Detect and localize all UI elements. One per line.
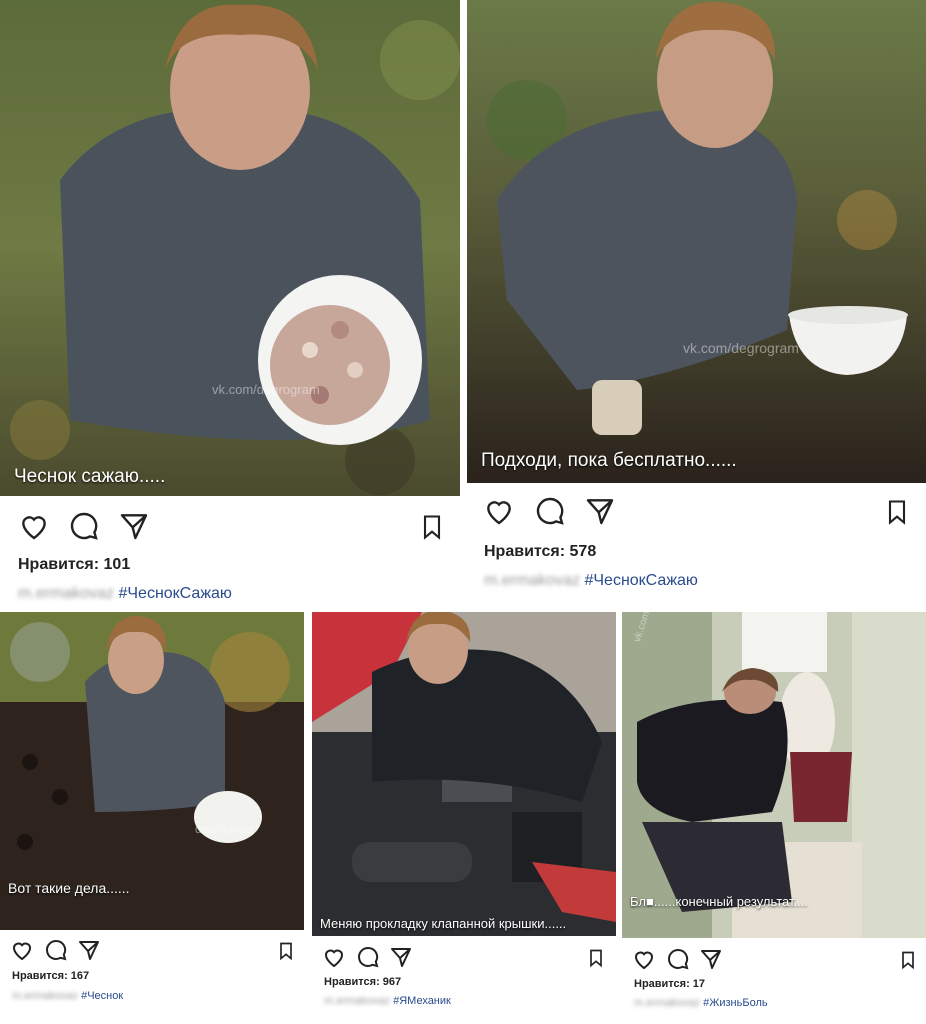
action-bar: [467, 495, 926, 531]
caption-line: m.ermakovaz #Чеснок: [12, 990, 123, 1002]
watermark: vk.com/degrogram: [683, 340, 799, 356]
heart-icon[interactable]: [632, 947, 656, 971]
hashtag[interactable]: #Чеснок: [81, 990, 123, 1002]
username[interactable]: m.ermakovaz: [18, 585, 114, 602]
photo-caption: Подходи, пока бесплатно......: [481, 450, 737, 471]
post-3: degrogram Вот такие дела...... Нравится:…: [0, 612, 304, 1012]
username[interactable]: m.ermakovaz: [12, 990, 78, 1002]
post-photo[interactable]: vk.com/degrogram Подходи, пока бесплатно…: [467, 0, 926, 483]
post-1: vk.com/degrogram Чеснок сажаю..... Нрави…: [0, 0, 460, 608]
caption-line: m.ermakovaz #ЧеснокСажаю: [18, 585, 232, 603]
hashtag[interactable]: #ЧеснокСажаю: [584, 572, 697, 589]
action-bar: [312, 945, 616, 971]
caption-line: m.ermakovaz #ЯМеханик: [324, 995, 451, 1007]
username[interactable]: m.ermakovaz: [484, 572, 580, 589]
action-bar: [0, 938, 304, 964]
comment-icon[interactable]: [356, 945, 380, 969]
watermark: degrogram: [195, 822, 254, 836]
share-icon[interactable]: [389, 945, 413, 969]
action-bar: [622, 947, 926, 973]
photo-caption: Бл■......конечный результат....: [630, 894, 808, 909]
comment-icon[interactable]: [44, 938, 68, 962]
heart-icon[interactable]: [322, 945, 346, 969]
photo-caption: Чеснок сажаю.....: [14, 466, 166, 487]
photo-garden-scene: [467, 0, 926, 483]
hashtag[interactable]: #ЧеснокСажаю: [118, 585, 231, 602]
photo-caption: Вот такие дела......: [8, 880, 130, 896]
post-photo[interactable]: vk.com/degrogram Чеснок сажаю.....: [0, 0, 460, 496]
watermark: vk.com/degrogram: [212, 382, 320, 397]
bookmark-icon[interactable]: [883, 497, 911, 527]
share-icon[interactable]: [699, 947, 723, 971]
post-photo[interactable]: degrogram Вот такие дела......: [0, 612, 304, 930]
comment-icon[interactable]: [534, 495, 566, 527]
likes-count: Нравится: 101: [18, 556, 131, 573]
bookmark-icon[interactable]: [418, 512, 446, 542]
photo-caption: Меняю прокладку клапанной крышки......: [320, 916, 567, 931]
post-photo[interactable]: Меняю прокладку клапанной крышки......: [312, 612, 616, 936]
post-photo[interactable]: vk.com/degrogram Бл■......конечный резул…: [622, 612, 926, 938]
heart-icon[interactable]: [483, 495, 515, 527]
post-5: vk.com/degrogram Бл■......конечный резул…: [622, 612, 926, 1012]
heart-icon[interactable]: [18, 510, 50, 542]
action-bar: [0, 508, 460, 544]
photo-garden-scene: [0, 0, 460, 496]
caption-line: m.ermakovaz #ЖизньБоль: [634, 997, 768, 1009]
photo-bathroom-scene: [622, 612, 926, 938]
post-2: vk.com/degrogram Подходи, пока бесплатно…: [467, 0, 926, 600]
likes-count: Нравится: 578: [484, 543, 597, 560]
heart-icon[interactable]: [10, 938, 34, 962]
hashtag[interactable]: #ЖизньБоль: [703, 997, 768, 1009]
likes-count: Нравится: 167: [12, 970, 90, 982]
bookmark-icon[interactable]: [276, 940, 296, 962]
username[interactable]: m.ermakovaz: [324, 995, 390, 1007]
likes-count: Нравится: 17: [634, 978, 706, 990]
share-icon[interactable]: [584, 495, 616, 527]
post-4: Меняю прокладку клапанной крышки...... Н…: [312, 612, 616, 1012]
bookmark-icon[interactable]: [586, 947, 606, 969]
photo-car-engine-scene: [312, 612, 616, 936]
comment-icon[interactable]: [666, 947, 690, 971]
hashtag[interactable]: #ЯМеханик: [393, 995, 451, 1007]
share-icon[interactable]: [77, 938, 101, 962]
bookmark-icon[interactable]: [898, 949, 918, 971]
comment-icon[interactable]: [68, 510, 100, 542]
username[interactable]: m.ermakovaz: [634, 997, 700, 1009]
likes-count: Нравится: 967: [324, 976, 402, 988]
share-icon[interactable]: [118, 510, 150, 542]
caption-line: m.ermakovaz #ЧеснокСажаю: [484, 572, 698, 590]
